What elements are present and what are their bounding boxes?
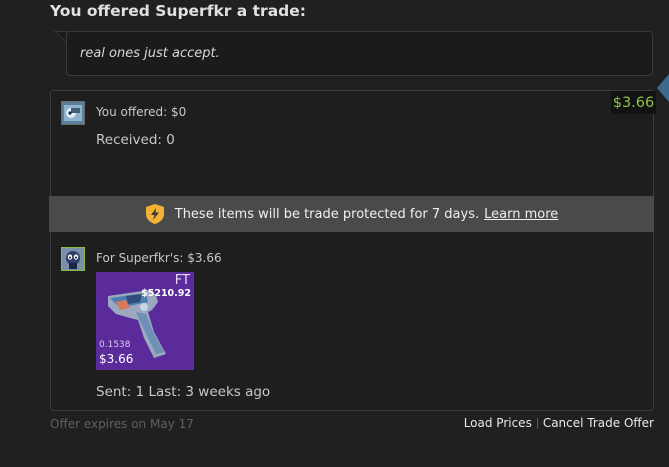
trade-offer-heading: You offered Superfkr a trade:	[50, 2, 306, 20]
item-price: $3.66	[99, 352, 134, 366]
item-wear-grade: FT	[174, 273, 190, 288]
my-avatar[interactable]	[61, 101, 85, 125]
trade-offer-box: $3.66 You offered: $0 Received: 0 For Su…	[50, 90, 656, 411]
offer-expiry-text: Offer expires on May 17	[50, 417, 194, 431]
for-partner-label: For Superfkr's: $3.66	[96, 251, 222, 265]
item-tile[interactable]: FT $5210.92 0.1538 $3.66	[96, 272, 194, 370]
trade-message-bubble: real ones just accept.	[66, 31, 653, 76]
load-prices-link[interactable]: Load Prices	[464, 416, 532, 430]
item-float-value: 0.1538	[99, 340, 131, 350]
partner-avatar[interactable]	[61, 247, 85, 271]
learn-more-link[interactable]: Learn more	[484, 207, 558, 222]
item-reference-price: $5210.92	[141, 288, 191, 299]
cancel-trade-offer-link[interactable]: Cancel Trade Offer	[543, 416, 654, 430]
scroll-arrow-icon[interactable]	[657, 74, 669, 102]
you-offered-label: You offered: $0	[96, 105, 187, 119]
footer-divider	[536, 417, 538, 429]
trade-message-text: real ones just accept.	[80, 46, 220, 61]
total-price-badge: $3.66	[611, 91, 656, 114]
sent-info: Sent: 1 Last: 3 weeks ago	[96, 384, 271, 400]
footer-actions: Load Prices Cancel Trade Offer	[464, 416, 654, 430]
trade-protection-banner: These items will be trade protected for …	[49, 196, 654, 232]
shield-icon	[145, 204, 164, 224]
received-label: Received: 0	[96, 132, 175, 148]
trade-protection-text: These items will be trade protected for …	[174, 206, 480, 222]
